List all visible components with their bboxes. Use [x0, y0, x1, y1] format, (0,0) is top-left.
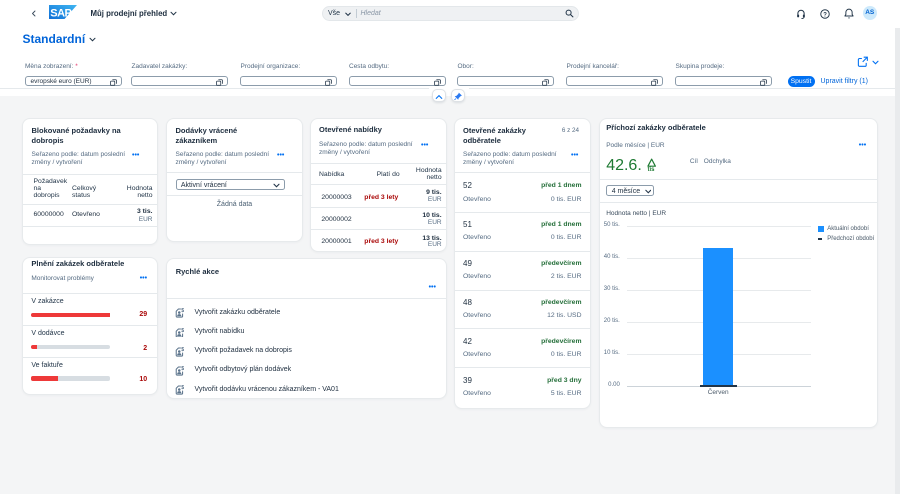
svg-text:$: $: [181, 366, 184, 372]
svg-text:$: $: [181, 328, 184, 334]
svg-text:$: $: [181, 347, 184, 353]
svg-text:$: $: [181, 385, 184, 391]
svg-text:$: $: [181, 308, 184, 314]
svg-text:?: ?: [823, 12, 827, 18]
svg-text:SAP: SAP: [50, 7, 71, 19]
